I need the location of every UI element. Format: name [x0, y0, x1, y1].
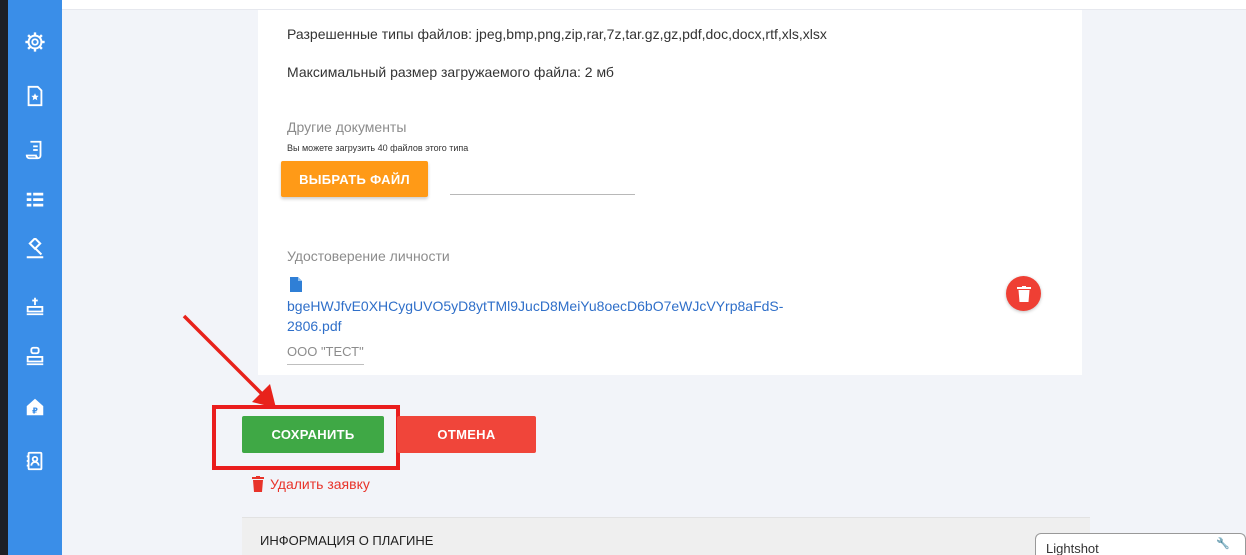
sidebar: ₽ [8, 0, 62, 555]
trash-icon [252, 476, 264, 492]
svg-text:₽: ₽ [32, 405, 38, 415]
plugin-info-panel[interactable]: ИНФОРМАЦИЯ О ПЛАГИНЕ [242, 517, 1090, 555]
file-icon [290, 277, 302, 292]
lightshot-widget[interactable]: Lightshot 🔧 [1035, 533, 1246, 555]
ruble-building-icon[interactable]: ₽ [22, 394, 48, 420]
delete-application-label: Удалить заявку [270, 476, 370, 492]
lightshot-label: Lightshot [1046, 541, 1099, 555]
cancel-button[interactable]: ОТМЕНА [397, 416, 536, 453]
choose-file-button[interactable]: ВЫБРАТЬ ФАЙЛ [281, 161, 428, 197]
uploaded-file-link-ext[interactable]: 2806.pdf [287, 318, 342, 334]
other-docs-hint: Вы можете загрузить 40 файлов этого типа [287, 143, 469, 153]
window-edge [0, 0, 8, 555]
organization-field[interactable]: ООО "ТЕСТ" [287, 343, 364, 365]
trash-icon [1016, 285, 1031, 302]
allowed-types-text: Разрешенные типы файлов: jpeg,bmp,png,zi… [287, 26, 827, 42]
organization-value: ООО "ТЕСТ" [287, 344, 364, 359]
annotation-arrow [182, 314, 276, 408]
save-button[interactable]: СОХРАНИТЬ [242, 416, 384, 453]
scroll-document-icon[interactable] [22, 137, 48, 163]
plugin-info-title: ИНФОРМАЦИЯ О ПЛАГИНЕ [260, 533, 434, 548]
document-star-icon[interactable] [22, 83, 48, 109]
other-docs-label: Другие документы [287, 119, 407, 135]
stamp-icon[interactable] [22, 293, 48, 319]
file-name-field[interactable] [450, 194, 635, 195]
contacts-book-icon[interactable] [22, 448, 48, 474]
uploaded-file-link[interactable]: bgeHWJfvE0XHCygUVO5yD8ytTMl9JucD8MeiYu8o… [287, 298, 783, 314]
id-document-label: Удостоверение личности [287, 248, 450, 264]
top-bar [62, 0, 1246, 10]
max-size-text: Максимальный размер загружаемого файла: … [287, 64, 614, 80]
delete-file-button[interactable] [1006, 276, 1041, 311]
delete-application-link[interactable]: Удалить заявку [252, 476, 370, 492]
stamp-alt-icon[interactable] [22, 343, 48, 369]
gavel-icon[interactable] [22, 236, 48, 262]
settings-icon[interactable] [22, 29, 48, 55]
list-tree-icon[interactable] [22, 188, 48, 214]
wrench-icon[interactable]: 🔧 [1216, 537, 1230, 550]
